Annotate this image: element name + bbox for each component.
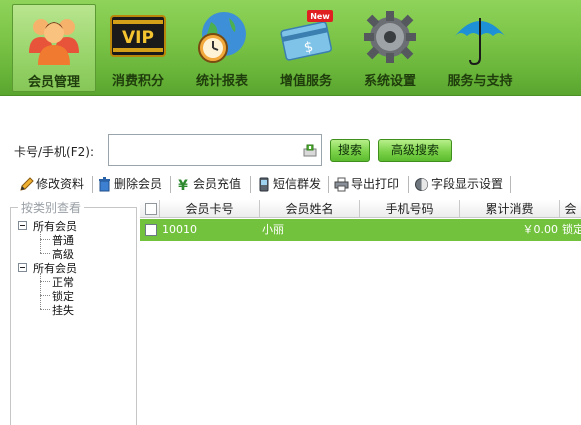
- toolbar-separator: [170, 176, 171, 193]
- svg-text:VIP: VIP: [122, 28, 154, 48]
- ribbon-tab-member-management[interactable]: 会员管理: [12, 4, 96, 92]
- app-window: 会员管理 VIP 消费积分 统计报表 $ New 增值服务 系统设置 服务与支持…: [0, 0, 581, 425]
- edit-profile-button[interactable]: 修改资料: [19, 175, 89, 194]
- search-box: [108, 134, 322, 166]
- delete-member-button[interactable]: 删除会员: [97, 175, 167, 194]
- globe-clock-icon: [198, 12, 246, 63]
- trash-icon: [99, 177, 110, 192]
- action-toolbar: 修改资料 删除会员 ¥ 会员充值 短信群发 导出打印 字段显示设置: [0, 173, 581, 196]
- select-all-header[interactable]: [140, 200, 160, 218]
- tree-line: [40, 309, 50, 310]
- umbrella-icon: [455, 18, 505, 66]
- toolbar-separator: [408, 176, 409, 193]
- card-phone-input[interactable]: [111, 137, 301, 163]
- select-all-checkbox[interactable]: [145, 203, 157, 215]
- display-settings-icon: [415, 178, 428, 191]
- field-display-settings-button[interactable]: 字段显示设置: [414, 175, 506, 194]
- column-header-name[interactable]: 会员姓名: [260, 200, 360, 218]
- new-badge: New: [310, 12, 330, 21]
- tree-line: [40, 239, 50, 240]
- ribbon-tab-value-added[interactable]: $ New 增值服务: [264, 4, 348, 92]
- row-checkbox[interactable]: [145, 224, 157, 236]
- tree-line: [40, 253, 50, 254]
- cell-status: 锁定: [562, 223, 581, 236]
- card-reader-icon[interactable]: [303, 144, 317, 157]
- svg-text:¥: ¥: [178, 178, 188, 192]
- grid-header: 会员卡号 会员姓名 手机号码 累计消费 会: [140, 200, 581, 218]
- tree-line: [40, 295, 50, 296]
- toolbar-separator: [328, 176, 329, 193]
- ribbon-tab-consumption-points[interactable]: VIP 消费积分: [96, 4, 180, 92]
- column-header-card[interactable]: 会员卡号: [160, 200, 260, 218]
- member-recharge-button[interactable]: ¥ 会员充值: [176, 175, 246, 194]
- ribbon-label: 会员管理: [27, 75, 80, 90]
- cell-member-name: 小丽: [262, 223, 284, 236]
- main-ribbon: 会员管理 VIP 消费积分 统计报表 $ New 增值服务 系统设置 服务与支持: [0, 0, 581, 96]
- money-card-icon: $ New: [280, 10, 333, 61]
- ribbon-label: 系统设置: [363, 74, 416, 89]
- pencil-icon: [20, 177, 34, 191]
- search-button[interactable]: 搜索: [330, 139, 370, 162]
- ribbon-label: 统计报表: [195, 74, 248, 89]
- vip-card-icon: VIP: [110, 15, 166, 57]
- ribbon-label: 增值服务: [279, 74, 332, 89]
- tree-collapse-icon[interactable]: [18, 221, 27, 230]
- advanced-search-button[interactable]: 高级搜索: [378, 139, 452, 162]
- yen-icon: ¥: [178, 178, 188, 192]
- tree-collapse-icon[interactable]: [18, 263, 27, 272]
- category-tree-title: 按类别查看: [18, 199, 85, 216]
- printer-icon: [334, 177, 349, 192]
- members-icon: [29, 19, 79, 65]
- mobile-phone-icon: [259, 177, 269, 192]
- ribbon-tab-service-support[interactable]: 服务与支持: [432, 4, 528, 92]
- toolbar-separator: [92, 176, 93, 193]
- ribbon-label: 消费积分: [111, 74, 164, 89]
- ribbon-tab-statistics-report[interactable]: 统计报表: [180, 4, 264, 92]
- export-print-button[interactable]: 导出打印: [334, 175, 406, 194]
- table-row[interactable]: 10010 小丽 ￥0.00 锁定: [140, 219, 581, 241]
- tree-node-lost[interactable]: 挂失: [52, 302, 74, 318]
- cell-card-number: 10010: [162, 223, 197, 236]
- tree-line: [40, 281, 50, 282]
- toolbar-separator: [510, 176, 511, 193]
- column-header-phone[interactable]: 手机号码: [360, 200, 460, 218]
- cell-phone: [362, 219, 458, 241]
- cell-total-spent: ￥0.00: [522, 223, 559, 236]
- ribbon-label: 服务与支持: [447, 74, 513, 89]
- column-header-status[interactable]: 会: [560, 200, 581, 218]
- tree-line: [40, 273, 41, 309]
- sms-broadcast-button[interactable]: 短信群发: [256, 175, 326, 194]
- tree-line: [40, 231, 41, 253]
- gear-icon: [364, 11, 416, 63]
- toolbar-separator: [250, 176, 251, 193]
- ribbon-tab-system-settings[interactable]: 系统设置: [348, 4, 432, 92]
- search-label: 卡号/手机(F2):: [14, 145, 94, 159]
- column-header-total[interactable]: 累计消费: [460, 200, 560, 218]
